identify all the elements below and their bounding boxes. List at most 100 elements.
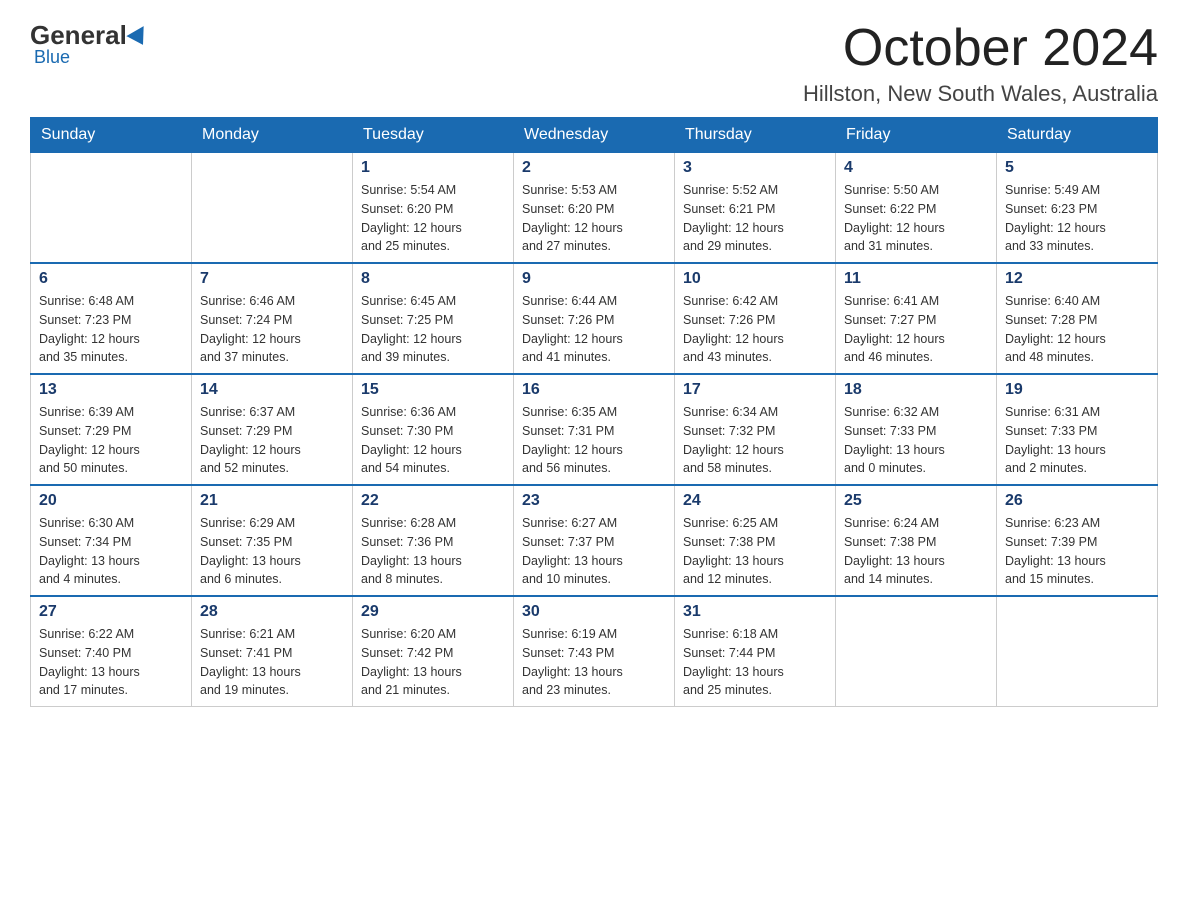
location-subtitle: Hillston, New South Wales, Australia [803,81,1158,107]
day-info: Sunrise: 6:22 AM Sunset: 7:40 PM Dayligh… [39,625,183,700]
week-row-2: 6Sunrise: 6:48 AM Sunset: 7:23 PM Daylig… [31,263,1158,374]
week-row-5: 27 Sunrise: 6:22 AM Sunset: 7:40 PM Dayli… [31,596,1158,707]
calendar-cell: 22 Sunrise: 6:28 AM Sunset: 7:36 PM Dayli… [353,485,514,596]
day-info: Sunrise: 6:25 AM Sunset: 7:38 PM Dayligh… [683,514,827,589]
day-number: 11 [844,270,988,288]
day-info: Sunrise: 6:37 AM Sunset: 7:29 PM Dayligh… [200,403,344,478]
weekday-header-sunday: Sunday [31,118,192,153]
day-number: 8 [361,270,505,288]
page-header: General Blue October 2024 Hillston, New … [30,20,1158,107]
day-number: 5 [1005,159,1149,177]
calendar-cell: 10Sunrise: 6:42 AM Sunset: 7:26 PM Dayli… [675,263,836,374]
weekday-header-saturday: Saturday [997,118,1158,153]
day-info: Sunrise: 6:23 AM Sunset: 7:39 PM Dayligh… [1005,514,1149,589]
day-info: Sunrise: 6:27 AM Sunset: 7:37 PM Dayligh… [522,514,666,589]
calendar-cell: 19Sunrise: 6:31 AM Sunset: 7:33 PM Dayli… [997,374,1158,485]
calendar-cell: 16 Sunrise: 6:35 AM Sunset: 7:31 PM Dayli… [514,374,675,485]
day-number: 1 [361,159,505,177]
calendar-cell [997,596,1158,707]
calendar-cell: 2 Sunrise: 5:53 AM Sunset: 6:20 PM Daylig… [514,153,675,264]
day-info: Sunrise: 6:41 AM Sunset: 7:27 PM Dayligh… [844,292,988,367]
calendar-cell: 28 Sunrise: 6:21 AM Sunset: 7:41 PM Dayli… [192,596,353,707]
calendar-cell: 15 Sunrise: 6:36 AM Sunset: 7:30 PM Dayli… [353,374,514,485]
day-info: Sunrise: 6:29 AM Sunset: 7:35 PM Dayligh… [200,514,344,589]
calendar-cell: 7 Sunrise: 6:46 AM Sunset: 7:24 PM Daylig… [192,263,353,374]
calendar-cell: 26 Sunrise: 6:23 AM Sunset: 7:39 PM Dayli… [997,485,1158,596]
day-number: 16 [522,381,666,399]
day-number: 24 [683,492,827,510]
calendar-cell: 18 Sunrise: 6:32 AM Sunset: 7:33 PM Dayli… [836,374,997,485]
day-info: Sunrise: 6:40 AM Sunset: 7:28 PM Dayligh… [1005,292,1149,367]
calendar-cell: 29 Sunrise: 6:20 AM Sunset: 7:42 PM Dayli… [353,596,514,707]
calendar-cell: 9 Sunrise: 6:44 AM Sunset: 7:26 PM Daylig… [514,263,675,374]
day-info: Sunrise: 6:46 AM Sunset: 7:24 PM Dayligh… [200,292,344,367]
day-info: Sunrise: 6:24 AM Sunset: 7:38 PM Dayligh… [844,514,988,589]
calendar-cell: 27 Sunrise: 6:22 AM Sunset: 7:40 PM Dayli… [31,596,192,707]
day-info: Sunrise: 6:31 AM Sunset: 7:33 PM Dayligh… [1005,403,1149,478]
title-block: October 2024 Hillston, New South Wales, … [803,20,1158,107]
calendar-table: SundayMondayTuesdayWednesdayThursdayFrid… [30,117,1158,707]
calendar-cell: 24 Sunrise: 6:25 AM Sunset: 7:38 PM Dayli… [675,485,836,596]
calendar-cell: 25 Sunrise: 6:24 AM Sunset: 7:38 PM Dayli… [836,485,997,596]
calendar-cell: 3Sunrise: 5:52 AM Sunset: 6:21 PM Daylig… [675,153,836,264]
calendar-cell: 13 Sunrise: 6:39 AM Sunset: 7:29 PM Dayli… [31,374,192,485]
day-info: Sunrise: 6:20 AM Sunset: 7:42 PM Dayligh… [361,625,505,700]
day-info: Sunrise: 6:28 AM Sunset: 7:36 PM Dayligh… [361,514,505,589]
month-year-title: October 2024 [803,20,1158,77]
weekday-header-thursday: Thursday [675,118,836,153]
day-info: Sunrise: 5:54 AM Sunset: 6:20 PM Dayligh… [361,181,505,256]
day-number: 29 [361,603,505,621]
day-info: Sunrise: 6:44 AM Sunset: 7:26 PM Dayligh… [522,292,666,367]
day-number: 14 [200,381,344,399]
day-info: Sunrise: 6:19 AM Sunset: 7:43 PM Dayligh… [522,625,666,700]
day-info: Sunrise: 6:36 AM Sunset: 7:30 PM Dayligh… [361,403,505,478]
day-info: Sunrise: 6:30 AM Sunset: 7:34 PM Dayligh… [39,514,183,589]
weekday-header-row: SundayMondayTuesdayWednesdayThursdayFrid… [31,118,1158,153]
day-number: 30 [522,603,666,621]
calendar-cell: 14 Sunrise: 6:37 AM Sunset: 7:29 PM Dayli… [192,374,353,485]
day-number: 15 [361,381,505,399]
day-number: 25 [844,492,988,510]
logo-triangle-icon [126,26,151,50]
day-number: 6 [39,270,183,288]
day-number: 22 [361,492,505,510]
day-info: Sunrise: 6:35 AM Sunset: 7:31 PM Dayligh… [522,403,666,478]
day-info: Sunrise: 5:52 AM Sunset: 6:21 PM Dayligh… [683,181,827,256]
calendar-cell: 17 Sunrise: 6:34 AM Sunset: 7:32 PM Dayli… [675,374,836,485]
day-info: Sunrise: 6:32 AM Sunset: 7:33 PM Dayligh… [844,403,988,478]
day-info: Sunrise: 6:39 AM Sunset: 7:29 PM Dayligh… [39,403,183,478]
day-number: 9 [522,270,666,288]
day-number: 10 [683,270,827,288]
day-info: Sunrise: 6:21 AM Sunset: 7:41 PM Dayligh… [200,625,344,700]
calendar-cell: 30 Sunrise: 6:19 AM Sunset: 7:43 PM Dayli… [514,596,675,707]
day-number: 23 [522,492,666,510]
day-number: 18 [844,381,988,399]
calendar-cell: 6Sunrise: 6:48 AM Sunset: 7:23 PM Daylig… [31,263,192,374]
day-info: Sunrise: 6:18 AM Sunset: 7:44 PM Dayligh… [683,625,827,700]
day-number: 28 [200,603,344,621]
day-number: 20 [39,492,183,510]
calendar-cell: 21 Sunrise: 6:29 AM Sunset: 7:35 PM Dayli… [192,485,353,596]
day-number: 21 [200,492,344,510]
day-info: Sunrise: 5:50 AM Sunset: 6:22 PM Dayligh… [844,181,988,256]
weekday-header-monday: Monday [192,118,353,153]
day-number: 26 [1005,492,1149,510]
calendar-cell: 20 Sunrise: 6:30 AM Sunset: 7:34 PM Dayli… [31,485,192,596]
day-number: 2 [522,159,666,177]
day-number: 7 [200,270,344,288]
calendar-cell: 4Sunrise: 5:50 AM Sunset: 6:22 PM Daylig… [836,153,997,264]
week-row-1: 1 Sunrise: 5:54 AM Sunset: 6:20 PM Daylig… [31,153,1158,264]
logo: General Blue [30,20,149,68]
day-number: 27 [39,603,183,621]
calendar-cell [192,153,353,264]
day-info: Sunrise: 5:53 AM Sunset: 6:20 PM Dayligh… [522,181,666,256]
calendar-cell: 5Sunrise: 5:49 AM Sunset: 6:23 PM Daylig… [997,153,1158,264]
day-number: 13 [39,381,183,399]
day-number: 17 [683,381,827,399]
day-info: Sunrise: 6:45 AM Sunset: 7:25 PM Dayligh… [361,292,505,367]
calendar-cell: 12Sunrise: 6:40 AM Sunset: 7:28 PM Dayli… [997,263,1158,374]
calendar-cell [31,153,192,264]
weekday-header-wednesday: Wednesday [514,118,675,153]
calendar-cell [836,596,997,707]
day-info: Sunrise: 6:34 AM Sunset: 7:32 PM Dayligh… [683,403,827,478]
